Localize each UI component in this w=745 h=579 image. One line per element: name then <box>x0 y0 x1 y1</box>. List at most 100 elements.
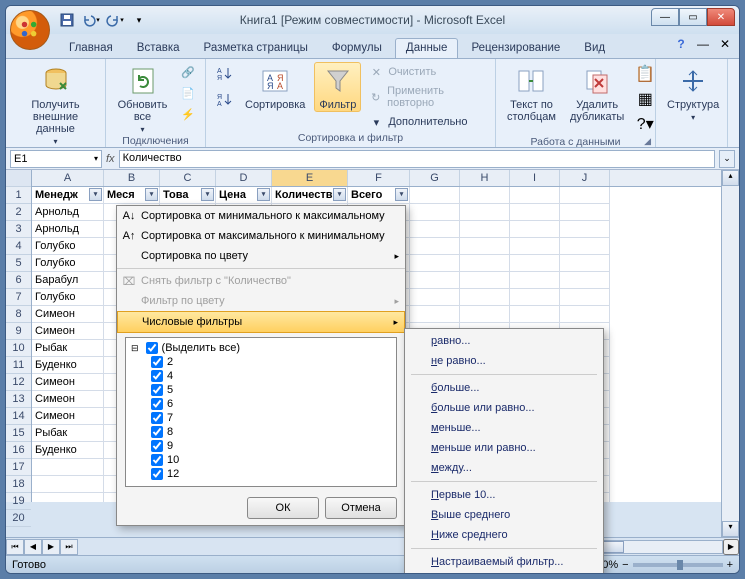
refresh-all-button[interactable]: Обновить все ▾ <box>112 62 173 135</box>
row-header[interactable]: 5 <box>6 255 31 272</box>
sheet-nav[interactable]: ⏮◀▶⏭ <box>6 539 78 555</box>
cell[interactable] <box>410 272 460 289</box>
cell[interactable]: Голубко <box>32 255 104 272</box>
row-header[interactable]: 14 <box>6 408 31 425</box>
column-header[interactable]: J <box>560 170 610 186</box>
filter-value-item[interactable]: 6 <box>129 397 393 411</box>
cell[interactable] <box>510 255 560 272</box>
cell[interactable] <box>32 476 104 493</box>
clear-filter[interactable]: ✕Очистить <box>365 62 489 82</box>
expand-formula-bar[interactable]: ⌄ <box>719 150 735 168</box>
sort-color-item[interactable]: Сортировка по цвету▸ <box>117 246 405 266</box>
cell[interactable]: Голубко <box>32 238 104 255</box>
select-all-checkbox[interactable]: (Выделить все) <box>129 341 393 355</box>
row-header[interactable]: 15 <box>6 425 31 442</box>
column-header[interactable]: F <box>348 170 410 186</box>
tab-главная[interactable]: Главная <box>58 38 124 58</box>
number-filter-option[interactable]: не равно... <box>405 351 603 371</box>
filter-dropdown-button[interactable]: ▾ <box>333 188 346 201</box>
cell[interactable]: Това▾ <box>160 187 216 204</box>
number-filter-option[interactable]: Ниже среднего <box>405 525 603 545</box>
column-header[interactable]: I <box>510 170 560 186</box>
fx-icon[interactable]: fx <box>106 153 115 165</box>
column-header[interactable]: A <box>32 170 104 186</box>
tab-данные[interactable]: Данные <box>395 38 459 58</box>
sort-asc-button[interactable]: АЯ <box>212 62 236 86</box>
cell[interactable]: Голубко <box>32 289 104 306</box>
reapply-filter[interactable]: ↻Применить повторно <box>365 83 489 111</box>
cell[interactable] <box>560 289 610 306</box>
filter-values-list[interactable]: (Выделить все) 2 4 5 6 7 8 9 10 12 <box>125 337 397 487</box>
select-all-corner[interactable] <box>6 170 31 187</box>
number-filter-option[interactable]: Первые 10... <box>405 485 603 505</box>
cell[interactable]: Буденко <box>32 357 104 374</box>
cancel-button[interactable]: Отмена <box>325 497 397 519</box>
row-header[interactable]: 8 <box>6 306 31 323</box>
get-external-data-button[interactable]: Получить внешние данные ▾ <box>12 62 99 147</box>
cell[interactable] <box>410 289 460 306</box>
cell[interactable] <box>510 306 560 323</box>
cell[interactable] <box>510 272 560 289</box>
sort-desc-button[interactable]: ЯА <box>212 88 236 112</box>
column-header[interactable]: E <box>272 170 348 186</box>
formula-input[interactable]: Количество <box>119 150 715 168</box>
number-filter-option[interactable]: равно... <box>405 331 603 351</box>
filter-dropdown-button[interactable]: ▾ <box>395 188 408 201</box>
cell[interactable] <box>510 238 560 255</box>
sort-desc-item[interactable]: A↑Сортировка от максимального к минималь… <box>117 226 405 246</box>
filter-value-item[interactable]: 10 <box>129 453 393 467</box>
outline-button[interactable]: Структура ▾ <box>662 62 724 123</box>
filter-value-item[interactable]: 12 <box>129 467 393 481</box>
minimize-button[interactable]: — <box>651 8 679 26</box>
filter-value-item[interactable]: 4 <box>129 369 393 383</box>
edit-links[interactable]: ⚡ <box>177 104 199 124</box>
zoom-in-icon[interactable]: + <box>727 559 733 571</box>
cell[interactable] <box>510 187 560 204</box>
group-launcher[interactable]: ◢ <box>639 136 651 147</box>
cell[interactable]: Симеон <box>32 391 104 408</box>
cell[interactable] <box>510 221 560 238</box>
row-header[interactable]: 4 <box>6 238 31 255</box>
cell[interactable] <box>460 272 510 289</box>
cell[interactable] <box>560 272 610 289</box>
connections-link[interactable]: 🔗 <box>177 62 199 82</box>
cell[interactable]: Количеств▾ <box>272 187 348 204</box>
cell[interactable] <box>460 238 510 255</box>
row-header[interactable]: 20 <box>6 510 31 527</box>
number-filter-option[interactable]: Выше среднего <box>405 505 603 525</box>
qat-customize[interactable]: ▾ <box>128 9 150 31</box>
undo-icon[interactable]: ▾ <box>80 9 102 31</box>
cell[interactable] <box>510 204 560 221</box>
filter-dropdown-button[interactable]: ▾ <box>145 188 158 201</box>
cell[interactable] <box>560 255 610 272</box>
column-header[interactable]: D <box>216 170 272 186</box>
cell[interactable] <box>460 187 510 204</box>
close-button[interactable]: ✕ <box>707 8 735 26</box>
cell[interactable] <box>460 289 510 306</box>
row-header[interactable]: 7 <box>6 289 31 306</box>
help-icon[interactable]: ? <box>673 36 689 52</box>
cell[interactable]: Рыбак <box>32 425 104 442</box>
number-filter-option[interactable]: между... <box>405 458 603 478</box>
cell[interactable]: Барабул <box>32 272 104 289</box>
cell[interactable] <box>560 187 610 204</box>
filter-value-item[interactable]: 5 <box>129 383 393 397</box>
number-filter-option[interactable]: меньше... <box>405 418 603 438</box>
cell[interactable] <box>410 204 460 221</box>
properties-link[interactable]: 📄 <box>177 83 199 103</box>
cell[interactable]: Симеон <box>32 306 104 323</box>
tab-формулы[interactable]: Формулы <box>321 38 393 58</box>
cell[interactable] <box>32 459 104 476</box>
cell[interactable]: Всего▾ <box>348 187 410 204</box>
row-header[interactable]: 10 <box>6 340 31 357</box>
cell[interactable] <box>460 255 510 272</box>
number-filters-item[interactable]: Числовые фильтры▸ <box>117 311 405 333</box>
row-header[interactable]: 11 <box>6 357 31 374</box>
column-header[interactable]: B <box>104 170 160 186</box>
row-header[interactable]: 17 <box>6 459 31 476</box>
cell[interactable] <box>410 255 460 272</box>
advanced-filter[interactable]: ▾Дополнительно <box>365 112 489 132</box>
column-header[interactable]: G <box>410 170 460 186</box>
cell[interactable]: Рыбак <box>32 340 104 357</box>
filter-value-item[interactable]: 8 <box>129 425 393 439</box>
